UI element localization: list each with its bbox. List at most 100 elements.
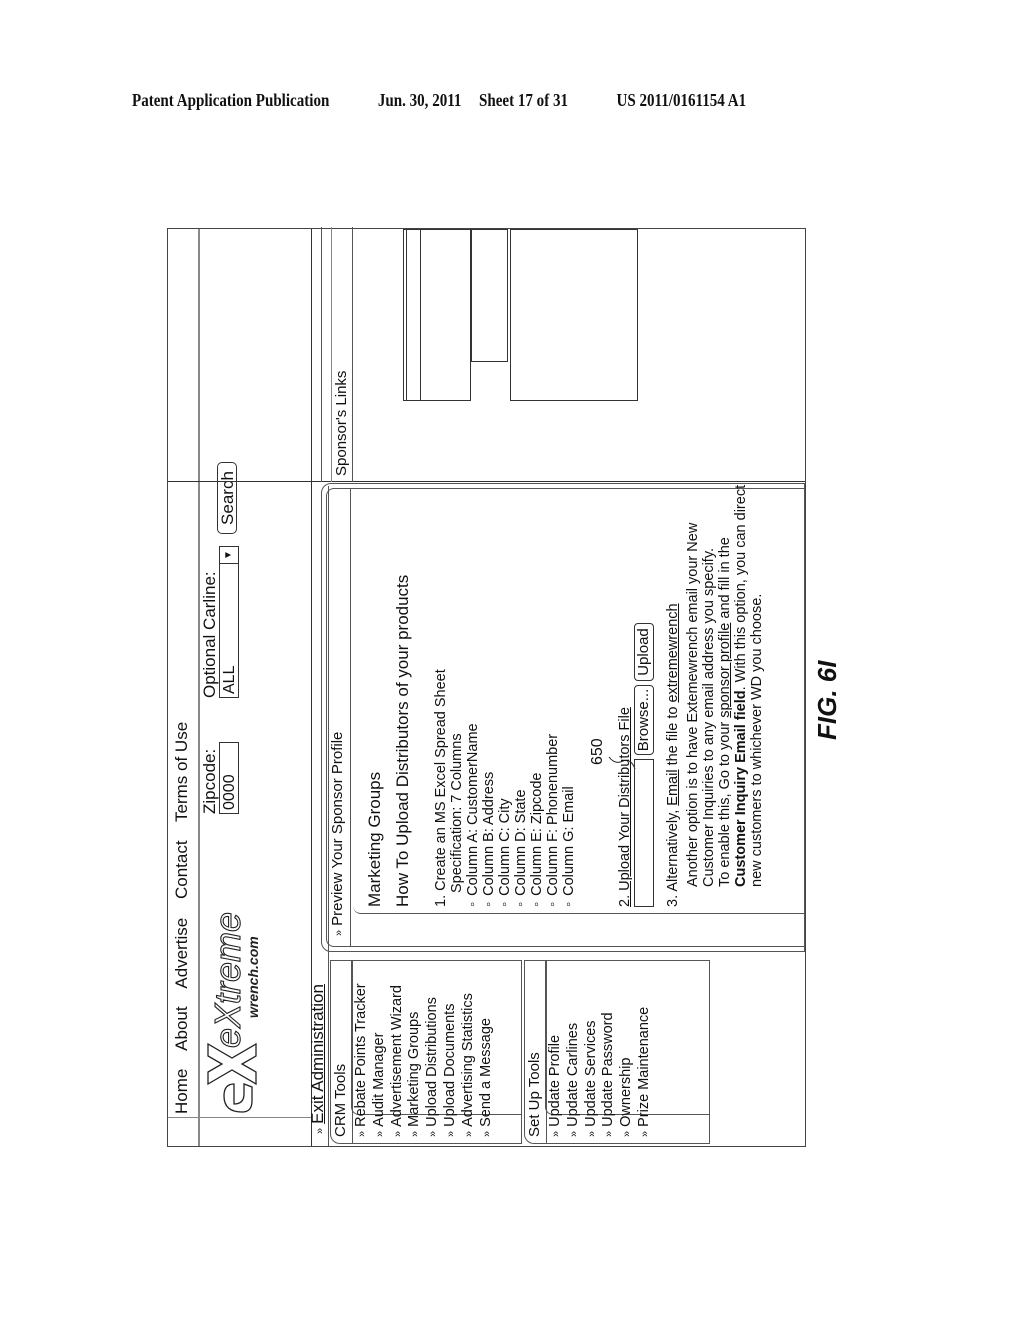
chevron-icon: » — [585, 1130, 598, 1137]
sponsor-ad-slot[interactable] — [510, 229, 638, 401]
figure-label: FIG. 6I — [812, 660, 842, 740]
sidebar-item-marketing-groups[interactable]: » Marketing Groups — [406, 983, 424, 1137]
sidebar-item-upload-documents[interactable]: » Upload Documents — [442, 983, 460, 1137]
sidebar-item-label: Update Services — [582, 1020, 599, 1127]
chevron-icon: » — [314, 1127, 326, 1134]
zipcode-input[interactable]: 0000 — [219, 742, 239, 814]
para-text: To enable this, Go to your — [717, 717, 733, 887]
chevron-icon: » — [567, 1130, 580, 1137]
sidebar-item-label: Advertising Statistics — [459, 993, 476, 1127]
sidebar-item-label: Update Profile — [547, 1034, 563, 1127]
step-3-paragraph-1: Another option is to have Extemewrench e… — [685, 522, 717, 887]
main-panel-inner: » Preview Your Sponsor Profile Marketing … — [326, 485, 804, 947]
chevron-icon: » — [603, 1130, 616, 1137]
nav-advertise[interactable]: Advertise — [172, 918, 191, 989]
sidebar-item-update-carlines[interactable]: » Update Carlines — [565, 1007, 583, 1137]
site-logo[interactable]: eXtreme wrench.com — [202, 888, 264, 1118]
extremewrench-link[interactable]: extremewrench — [665, 603, 681, 702]
column-spec-item: Column G: Email — [561, 669, 577, 907]
sponsor-links-title: Sponsor's Links — [333, 370, 350, 476]
exit-administration-link[interactable]: » Exit Administration — [308, 984, 328, 1134]
sidebar-item-label: Ownership — [618, 1057, 635, 1127]
carline-select[interactable]: ALL ▼ — [219, 546, 239, 698]
step-1-spec: Specification: 7 Columns — [449, 733, 465, 893]
sidebar-item-update-services[interactable]: » Update Services — [583, 1007, 601, 1137]
top-nav-bar: Home About Advertise Contact Terms of Us… — [168, 229, 200, 1146]
para-text: and fill in the — [717, 537, 733, 623]
sidebar-item-prize-maintenance[interactable]: » Prize Maintenance — [636, 1007, 654, 1137]
chevron-icon: » — [373, 1130, 386, 1137]
chevron-icon: » — [391, 1130, 404, 1137]
logo-text: eXtreme — [207, 912, 248, 1048]
nav-contact[interactable]: Contact — [172, 840, 191, 899]
step-3-middle: the file to — [665, 702, 681, 770]
patent-header: Patent Application Publication Jun. 30, … — [132, 90, 786, 111]
ui-frame: Home About Advertise Contact Terms of Us… — [167, 227, 806, 1147]
setup-tools-list: »Update Profile »Update Carlines »Update… — [547, 1007, 654, 1137]
column-spec-item: Column F: Phonenumber — [545, 669, 561, 907]
step-2-label: 2. Upload Your Distributors File — [617, 707, 633, 907]
sidebar-item-upload-distributions[interactable]: » Upload Distributions — [424, 983, 442, 1137]
chevron-icon: » — [444, 1130, 457, 1137]
sponsor-ad-slot[interactable] — [406, 229, 471, 401]
sheet-number: Sheet 17 of 31 — [478, 90, 569, 110]
sidebar-item-label: Update Carlines — [564, 1022, 581, 1127]
sidebar-item-advertising-statistics[interactable]: » Advertising Statistics — [460, 983, 478, 1137]
upload-button[interactable]: Upload — [634, 623, 654, 681]
preview-sponsor-profile-link[interactable]: » Preview Your Sponsor Profile — [327, 489, 351, 946]
publication-title: Patent Application Publication — [132, 90, 330, 110]
sidebar-item-advertisement-wizard[interactable]: » Advertisement Wizard — [389, 983, 407, 1137]
email-link[interactable]: Email — [665, 769, 681, 805]
sidebar-item-label: Update Password — [600, 1012, 617, 1127]
sidebar-item-update-password[interactable]: » Update Password — [600, 1007, 618, 1137]
sidebar-item-label: Rebate Points Tracker — [353, 983, 369, 1127]
dropdown-arrow-icon[interactable]: ▼ — [220, 547, 238, 564]
chevron-icon: » — [356, 1130, 368, 1137]
carline-label: Optional Carline: — [200, 571, 219, 698]
main-panel: » Preview Your Sponsor Profile Marketing … — [321, 483, 805, 952]
step-3: 3. Alternatively, Email the file to extr… — [665, 477, 765, 907]
sidebar-item-ownership[interactable]: » Ownership — [618, 1007, 636, 1137]
nav-about[interactable]: About — [172, 1006, 191, 1050]
sidebar-item-send-a-message[interactable]: » Send a Message — [478, 983, 496, 1137]
step-3-paragraph-2: To enable this, Go to your sponsor profi… — [717, 477, 765, 907]
publication-date: Jun. 30, 2011 — [377, 90, 462, 110]
search-button[interactable]: Search — [217, 462, 237, 534]
sidebar-item-audit-manager[interactable]: » Audit Manager — [371, 983, 389, 1137]
sidebar-item-label: Upload Documents — [441, 1003, 458, 1127]
reference-numeral: 650 — [589, 738, 606, 765]
column-spec-item: Column B: Address — [481, 669, 497, 907]
sponsor-ad-slot[interactable] — [471, 229, 508, 362]
chevron-icon: » — [409, 1130, 422, 1137]
sidebar-item-rebate-points-tracker[interactable]: » Rebate Points Tracker — [353, 983, 371, 1137]
page-title: Marketing Groups — [365, 771, 384, 907]
sponsor-header-rule-3 — [352, 227, 353, 482]
sponsor-header-rule-1 — [321, 227, 322, 482]
step-1: 1. Create an MS Excel Spread Sheet Speci… — [433, 669, 577, 907]
setup-tools-title: Set Up Tools — [525, 961, 547, 1143]
setup-tools-panel: Set Up Tools »Update Profile »Update Car… — [524, 960, 710, 1144]
exit-administration-label: Exit Administration — [308, 984, 327, 1124]
main-content: Marketing Groups How To Upload Distribut… — [353, 485, 804, 914]
crm-tools-panel: CRM Tools »Rebate Points Tracker »Audit … — [330, 960, 522, 1144]
page-subtitle: How To Upload Distributors of your produ… — [393, 574, 412, 907]
chevron-icon: » — [621, 1130, 634, 1137]
sidebar-item-update-profile[interactable]: » Update Profile — [547, 1007, 565, 1137]
sidebar-item-label: Send a Message — [477, 1018, 494, 1127]
column-spec-item: Column D: State — [513, 669, 529, 907]
sidebar-item-label: Prize Maintenance — [635, 1006, 652, 1127]
chevron-icon: » — [638, 1130, 651, 1137]
customer-inquiry-email-field-label: Customer Inquiry Email field — [733, 690, 749, 887]
nav-terms[interactable]: Terms of Use — [172, 722, 191, 822]
patent-number: US 2011/0161154 A1 — [616, 90, 747, 110]
step-1-text: 1. Create an MS Excel Spread Sheet — [433, 669, 449, 907]
browse-button[interactable]: Browse... — [634, 685, 654, 755]
column-spec-item: Column A: CustomerName — [465, 669, 481, 907]
nav-home[interactable]: Home — [172, 1069, 191, 1114]
sponsor-profile-link[interactable]: sponsor profile — [717, 623, 733, 718]
step-3-heading: 3. Alternatively, Email the file to extr… — [665, 477, 681, 907]
distributors-file-input[interactable] — [634, 759, 654, 907]
sidebar-item-label: Advertisement Wizard — [388, 985, 405, 1127]
column-spec-item: Column C: City — [497, 669, 513, 907]
sponsor-column-rule — [168, 481, 805, 482]
